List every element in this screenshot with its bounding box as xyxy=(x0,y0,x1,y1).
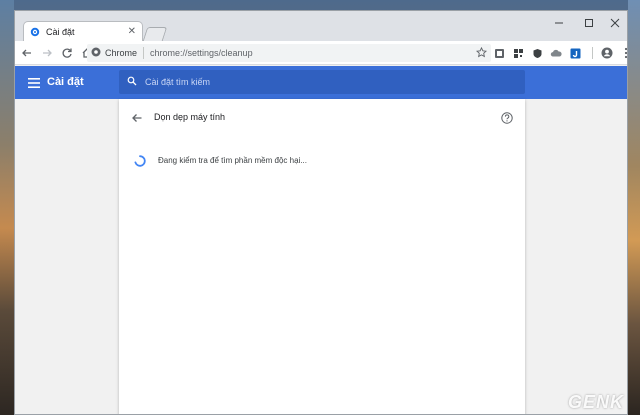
close-icon[interactable]: ✕ xyxy=(128,26,136,37)
desktop-background-left xyxy=(0,0,14,415)
back-arrow-icon[interactable] xyxy=(131,111,143,123)
j-extension-icon[interactable] xyxy=(567,45,583,61)
more-menu-icon[interactable] xyxy=(618,45,627,61)
desktop-background-right xyxy=(628,0,640,415)
scan-status-text: Đang kiểm tra để tìm phần mềm độc hại... xyxy=(158,156,307,165)
hamburger-menu-icon[interactable] xyxy=(27,76,41,88)
search-placeholder: Cài đặt tìm kiếm xyxy=(145,77,211,87)
loading-spinner-icon xyxy=(134,154,146,167)
shield-icon[interactable] xyxy=(529,45,545,61)
tab-strip: Cài đặt ✕ xyxy=(15,11,627,41)
settings-header: Cài đặt Cài đặt tìm kiếm xyxy=(15,66,627,99)
extension-1-icon[interactable] xyxy=(491,45,507,61)
browser-window: Cài đặt ✕ Chrome chrome://settings/clean… xyxy=(14,10,628,415)
watermark-logo: GENK xyxy=(567,392,624,412)
extensions-area xyxy=(491,45,627,61)
omnibox-divider xyxy=(143,47,145,59)
toolbar-divider xyxy=(592,47,593,59)
settings-search-input[interactable]: Cài đặt tìm kiếm xyxy=(119,70,525,94)
star-icon[interactable] xyxy=(475,46,488,60)
cloud-extension-icon[interactable] xyxy=(548,45,564,61)
address-bar[interactable]: Chrome chrome://settings/cleanup xyxy=(87,44,491,62)
help-icon[interactable] xyxy=(501,111,513,124)
page-title: Dọn dẹp máy tính xyxy=(154,112,226,122)
site-label: Chrome xyxy=(105,48,138,58)
browser-toolbar: Chrome chrome://settings/cleanup xyxy=(15,41,627,65)
tab-title: Cài đặt xyxy=(46,26,75,37)
profile-icon[interactable] xyxy=(599,45,615,61)
settings-title: Cài đặt xyxy=(47,76,84,88)
gear-icon xyxy=(30,27,40,37)
search-icon xyxy=(127,73,137,91)
tab-settings[interactable]: Cài đặt ✕ xyxy=(23,21,143,41)
qr-code-icon[interactable] xyxy=(510,45,526,61)
close-window-button[interactable] xyxy=(597,11,627,35)
back-button[interactable] xyxy=(19,45,35,61)
reload-button[interactable] xyxy=(59,45,75,61)
cleanup-card: Dọn dẹp máy tính Đang kiểm tra để tìm ph… xyxy=(119,99,525,414)
url-text: chrome://settings/cleanup xyxy=(150,48,253,58)
chrome-logo-icon xyxy=(91,47,101,59)
forward-button[interactable] xyxy=(39,45,55,61)
new-tab-button[interactable] xyxy=(142,27,168,41)
